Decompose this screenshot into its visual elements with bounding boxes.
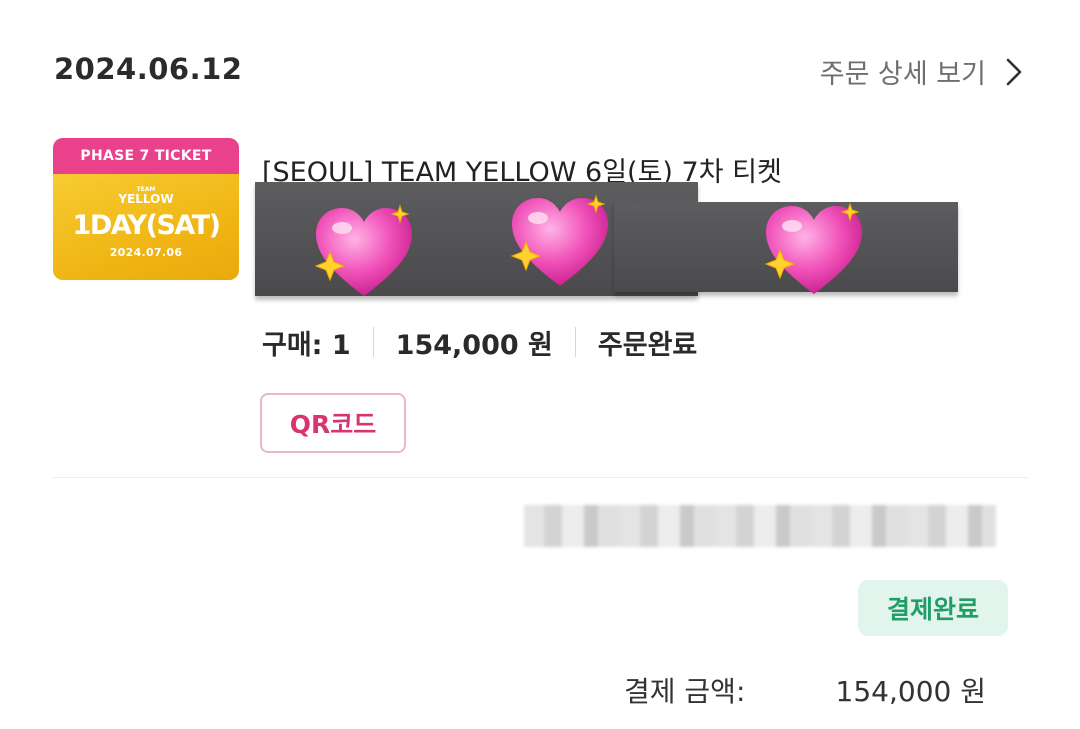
sparkling-heart-icon [510, 194, 608, 286]
payment-total-value: 154,000 원 [835, 675, 986, 708]
order-detail-link[interactable]: 주문 상세 보기 [820, 52, 1024, 91]
section-divider [53, 477, 1028, 478]
thumbnail-date: 2024.07.06 [109, 246, 183, 259]
qr-code-button[interactable]: QR코드 [260, 393, 406, 453]
order-detail-label: 주문 상세 보기 [819, 59, 986, 90]
thumbnail-banner: PHASE 7 TICKET [53, 138, 239, 174]
thumbnail-team-name: YELLOW [118, 192, 174, 206]
order-date: 2024.06.12 [54, 52, 243, 86]
order-status: 주문완료 [597, 329, 698, 361]
thumbnail-body: TEAM YELLOW 1DAY(SAT) 2024.07.06 [53, 174, 239, 280]
meta-divider [574, 327, 576, 357]
order-card: 2024.06.12 주문 상세 보기 PHASE 7 TICKET TEAM … [0, 0, 1080, 729]
meta-divider [372, 327, 374, 357]
thumbnail-day: 1DAY(SAT) [72, 210, 221, 241]
payment-status-badge: 결제완료 [858, 580, 1008, 636]
payment-total-label: 결제 금액: [624, 675, 746, 708]
product-thumbnail[interactable]: PHASE 7 TICKET TEAM YELLOW 1DAY(SAT) 202… [53, 138, 239, 280]
sparkling-heart-icon [764, 202, 862, 294]
chevron-right-icon [1006, 58, 1022, 85]
order-meta-row: 구매: 1 154,000 원 주문완료 [262, 322, 697, 362]
sparkling-heart-icon [314, 204, 412, 296]
purchase-quantity: 구매: 1 [262, 329, 351, 361]
blurred-redaction [524, 505, 996, 547]
item-price: 154,000 원 [395, 329, 553, 361]
